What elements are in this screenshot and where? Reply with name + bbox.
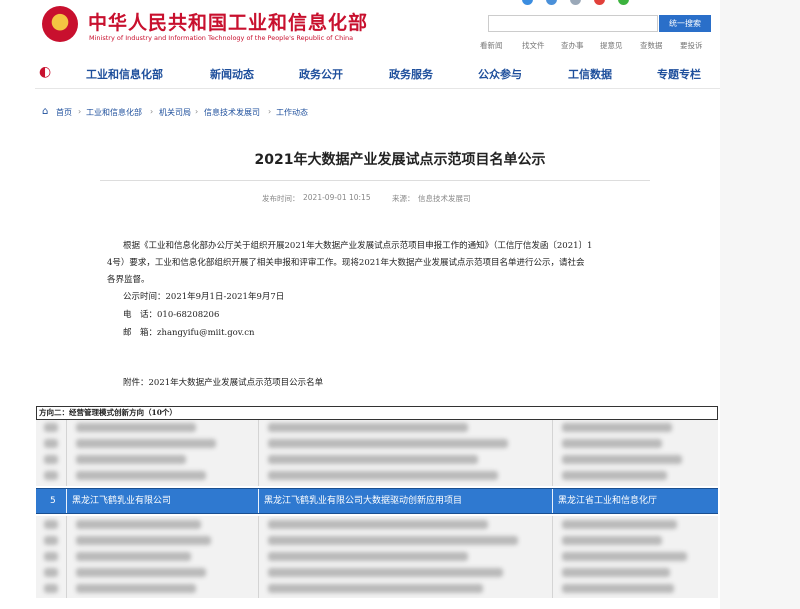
source-value: 信息技术发展司 [418, 194, 471, 203]
miit-logo-icon[interactable]: ◐ [39, 64, 51, 80]
attachment-link[interactable]: 附件：2021年大数据产业发展试点示范项目公示名单 [123, 376, 323, 388]
notice-period: 公示时间：2021年9月1日-2021年9月7日 [123, 292, 285, 302]
quick-link-services[interactable]: 查办事 [561, 40, 584, 51]
quick-link-complaint[interactable]: 要投诉 [680, 40, 703, 51]
body-paragraph-line: 各界监督。 [107, 275, 150, 285]
breadcrumb-home[interactable]: 首页 [56, 107, 72, 118]
quick-link-data[interactable]: 查数据 [640, 40, 663, 51]
nav-item-participation[interactable]: 公众参与 [478, 66, 522, 82]
nav-item-topics[interactable]: 专题专栏 [657, 66, 701, 82]
breadcrumb-it-dept[interactable]: 信息技术发展司 [204, 107, 260, 118]
cell-divider [258, 489, 259, 513]
breadcrumb-separator: › [78, 107, 82, 116]
nav-item-affairs[interactable]: 政务公开 [299, 66, 343, 82]
cell-divider [66, 489, 67, 513]
breadcrumb-departments[interactable]: 机关司局 [159, 107, 191, 118]
nav-item-services[interactable]: 政务服务 [389, 66, 433, 82]
site-subtitle: Ministry of Industry and Information Tec… [89, 34, 354, 42]
side-margin [720, 0, 800, 609]
contact-email: 邮 箱：zhangyifu@miit.gov.cn [123, 328, 255, 338]
search-button[interactable]: 统一搜索 [659, 15, 711, 32]
contact-phone: 电 话：010-68208206 [123, 310, 220, 320]
quick-link-files[interactable]: 找文件 [522, 40, 545, 51]
breadcrumb-work-news[interactable]: 工作动态 [276, 107, 308, 118]
body-paragraph-line: 4号）要求，工业和信息化部组织开展了相关申报和评审工作。现将2021年大数据产业… [107, 258, 585, 268]
title-divider [100, 180, 650, 181]
national-emblem-icon [42, 6, 78, 42]
quick-link-feedback[interactable]: 提意见 [600, 40, 623, 51]
publish-label: 发布时间： [262, 194, 300, 203]
blurred-table-rows [36, 516, 718, 598]
cell-divider [552, 489, 553, 513]
source-label: 来源： [392, 194, 415, 203]
home-icon: ⌂ [42, 106, 49, 117]
nav-item-data[interactable]: 工信数据 [568, 66, 612, 82]
site-title[interactable]: 中华人民共和国工业和信息化部 [88, 8, 368, 35]
body-paragraph-line: 根据《工业和信息化部办公厅关于组织开展2021年大数据产业发展试点示范项目申报工… [123, 241, 593, 251]
row-index: 5 [50, 496, 56, 506]
row-department: 黑龙江省工业和信息化厅 [558, 496, 658, 506]
article-title: 2021年大数据产业发展试点示范项目名单公示 [254, 152, 546, 168]
publish-time: 2021-09-01 10:15 [303, 193, 371, 202]
breadcrumb-separator: › [195, 107, 199, 116]
nav-item-ministry[interactable]: 工业和信息化部 [86, 66, 163, 82]
blurred-table-rows [36, 420, 718, 486]
row-project: 黑龙江飞鹤乳业有限公司大数据驱动创新应用项目 [264, 496, 463, 506]
row-company: 黑龙江飞鹤乳业有限公司 [72, 496, 172, 506]
breadcrumb-ministry[interactable]: 工业和信息化部 [86, 107, 142, 118]
quick-link-news[interactable]: 看新闻 [480, 40, 503, 51]
breadcrumb-separator: › [268, 107, 272, 116]
table-row-highlighted[interactable]: 5 黑龙江飞鹤乳业有限公司 黑龙江飞鹤乳业有限公司大数据驱动创新应用项目 黑龙江… [36, 488, 718, 514]
breadcrumb-separator: › [150, 107, 154, 116]
table-section-header: 方向二：经营管理模式创新方向（10个） [36, 406, 718, 420]
nav-item-news[interactable]: 新闻动态 [210, 66, 254, 82]
search-input[interactable] [488, 15, 658, 32]
